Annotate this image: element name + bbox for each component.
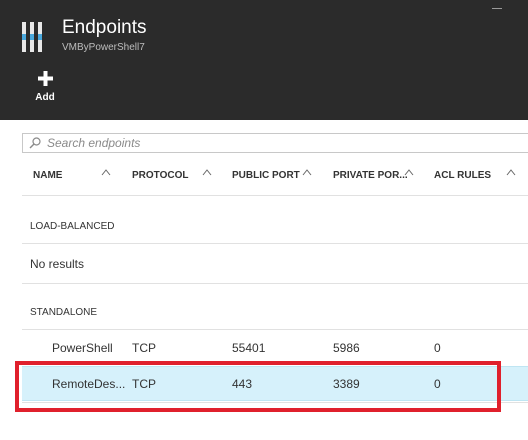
search-box[interactable] xyxy=(22,133,528,153)
no-results-text: No results xyxy=(30,257,85,271)
sort-arrow-icon[interactable] xyxy=(506,168,516,176)
page-subtitle: VMByPowerShell7 xyxy=(62,42,145,53)
cell-public-port: 55401 xyxy=(232,341,266,355)
endpoints-blade-icon xyxy=(22,22,42,52)
section-header-standalone: STANDALONE xyxy=(30,307,98,318)
divider xyxy=(22,329,528,330)
search-icon xyxy=(29,137,41,149)
column-header-private-port[interactable]: PRIVATE POR... xyxy=(333,170,408,181)
column-header-protocol[interactable]: PROTOCOL xyxy=(132,170,188,181)
column-header-public-port[interactable]: PUBLIC PORT xyxy=(232,170,300,181)
cell-private-port: 5986 xyxy=(333,341,360,355)
cell-acl-rules: 0 xyxy=(434,341,441,355)
column-header-acl-rules[interactable]: ACL RULES xyxy=(434,170,491,181)
sort-arrow-icon[interactable] xyxy=(404,168,414,176)
annotation-highlight-box xyxy=(15,361,501,412)
column-header-name[interactable]: NAME xyxy=(33,170,62,181)
sort-arrow-icon[interactable] xyxy=(202,168,212,176)
plus-icon xyxy=(38,71,53,86)
blade-header: Endpoints VMByPowerShell7 Add xyxy=(0,0,528,120)
cell-name: PowerShell xyxy=(52,341,113,355)
divider xyxy=(22,243,528,244)
divider xyxy=(22,283,528,284)
search-input[interactable] xyxy=(47,134,527,152)
cell-protocol: TCP xyxy=(132,341,156,355)
sort-arrow-icon[interactable] xyxy=(302,168,312,176)
add-button-label: Add xyxy=(35,92,55,103)
sort-arrow-icon[interactable] xyxy=(101,168,111,176)
minimize-icon[interactable] xyxy=(492,8,502,9)
page-title: Endpoints xyxy=(62,17,147,38)
divider xyxy=(22,195,528,196)
add-button[interactable]: Add xyxy=(30,68,60,108)
section-header-load-balanced: LOAD-BALANCED xyxy=(30,221,115,232)
